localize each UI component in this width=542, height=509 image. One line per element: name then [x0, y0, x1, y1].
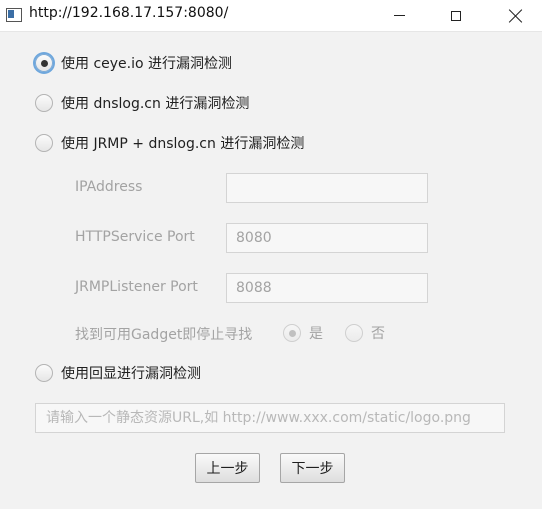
dnslog-radio[interactable] [35, 94, 53, 112]
close-button[interactable] [492, 0, 538, 31]
ip-address-label: IPAddress [75, 179, 143, 195]
minimize-button[interactable] [376, 0, 422, 31]
stop-no-radio[interactable] [345, 324, 363, 342]
minimize-icon [393, 15, 405, 16]
http-service-port-input[interactable] [226, 223, 428, 253]
stop-on-gadget-label: 找到可用Gadget即停止寻找 [75, 327, 253, 343]
maximize-icon [451, 10, 461, 21]
ceye-label: 使用 ceye.io 进行漏洞检测 [61, 56, 233, 72]
jrmp-listener-port-input[interactable] [226, 273, 428, 303]
stop-yes-option[interactable]: 是 [283, 323, 323, 343]
title-bar: http://192.168.17.157:8080/ [0, 0, 542, 32]
option-echo[interactable]: 使用回显进行漏洞检测 [35, 363, 201, 383]
echo-label: 使用回显进行漏洞检测 [61, 366, 201, 382]
jrmp-dnslog-label: 使用 JRMP + dnslog.cn 进行漏洞检测 [61, 136, 305, 152]
stop-no-option[interactable]: 否 [345, 323, 385, 343]
radio-selected-dot [40, 59, 48, 67]
dnslog-label: 使用 dnslog.cn 进行漏洞检测 [61, 96, 250, 112]
previous-step-button[interactable]: 上一步 [195, 453, 260, 483]
option-ceye[interactable]: 使用 ceye.io 进行漏洞检测 [35, 53, 232, 73]
next-step-button[interactable]: 下一步 [280, 453, 345, 483]
ip-address-input[interactable] [226, 173, 428, 203]
echo-radio[interactable] [35, 364, 53, 382]
window-title: http://192.168.17.157:8080/ [29, 5, 229, 21]
stop-yes-radio[interactable] [283, 324, 301, 342]
radio-selected-dot [288, 329, 296, 337]
window-app-icon [6, 8, 22, 22]
maximize-button[interactable] [433, 0, 479, 31]
stop-yes-label: 是 [309, 326, 323, 342]
jrmp-listener-port-label: JRMPListener Port [75, 279, 198, 295]
jrmp-dnslog-radio[interactable] [35, 134, 53, 152]
static-resource-url-input[interactable] [35, 403, 505, 433]
http-service-port-label: HTTPService Port [75, 229, 195, 245]
option-dnslog[interactable]: 使用 dnslog.cn 进行漏洞检测 [35, 93, 249, 113]
ceye-radio[interactable] [35, 54, 53, 72]
stop-no-label: 否 [371, 326, 385, 342]
option-jrmp-dnslog[interactable]: 使用 JRMP + dnslog.cn 进行漏洞检测 [35, 133, 304, 153]
close-icon [508, 9, 522, 23]
